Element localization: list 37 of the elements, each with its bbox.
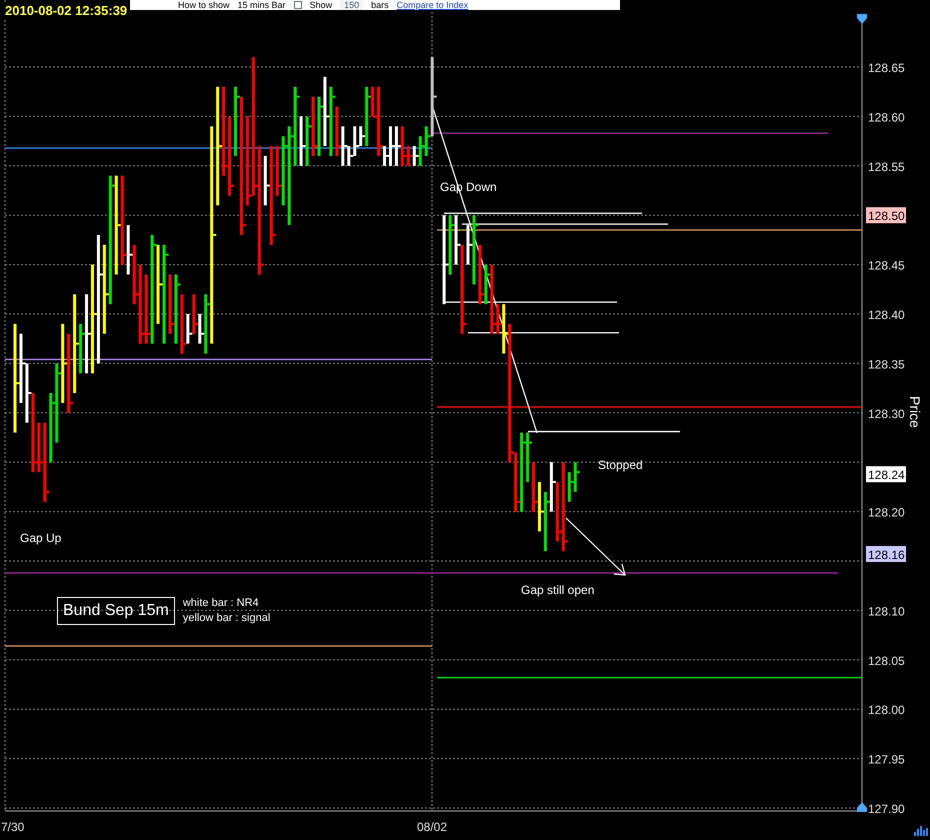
price-axis-label: 128.00	[868, 703, 905, 718]
arrow	[566, 518, 626, 576]
price-axis-label: 128.45	[868, 258, 905, 273]
chart-annotation: Stopped	[598, 458, 643, 472]
bar-count-field[interactable]: 150	[340, 0, 364, 10]
top-scale-handle[interactable]	[857, 14, 867, 24]
price-marker: 128.50	[866, 207, 906, 224]
toolbar-label: bars	[371, 0, 389, 10]
axis-title: Price	[907, 396, 923, 428]
price-axis-label: 127.90	[868, 802, 905, 816]
legend-title: Bund Sep 15m	[57, 597, 175, 625]
price-axis-label: 128.65	[868, 61, 905, 75]
legend-line: yellow bar : signal	[182, 611, 270, 626]
price-axis-label: 128.60	[868, 110, 905, 124]
price-axis-label: 128.20	[868, 506, 905, 520]
chart-annotation: Gap still open	[521, 583, 594, 597]
date-axis-label: 7/30	[1, 820, 24, 834]
toolbar-label: How to show	[178, 0, 230, 10]
date-axis-label: 08/02	[416, 820, 448, 834]
price-axis-label: 128.55	[868, 160, 905, 174]
price-axis-label: 128.40	[868, 308, 905, 322]
timestamp: 2010-08-02 12:35:39	[3, 2, 130, 19]
chart-annotation: Gap Up	[20, 531, 62, 545]
bar-chart-icon[interactable]	[914, 826, 928, 836]
price-axis-label: 128.10	[868, 604, 905, 618]
compare-link[interactable]: Compare to Index	[396, 0, 468, 10]
bottom-scale-handle[interactable]	[857, 802, 867, 812]
show-checkbox[interactable]	[294, 1, 302, 9]
interval-dropdown[interactable]: 15 mins Bar	[238, 0, 286, 10]
price-axis-label: 128.05	[868, 654, 905, 668]
price-axis-label: 127.95	[868, 752, 905, 767]
checkbox-label: Show	[310, 0, 332, 10]
price-axis-label: 128.35	[868, 357, 905, 372]
price-marker: 128.16	[866, 546, 906, 562]
price-axis-label: 128.30	[868, 406, 905, 421]
price-marker: 128.24	[866, 466, 906, 482]
legend-line: white bar : NR4	[182, 596, 260, 611]
